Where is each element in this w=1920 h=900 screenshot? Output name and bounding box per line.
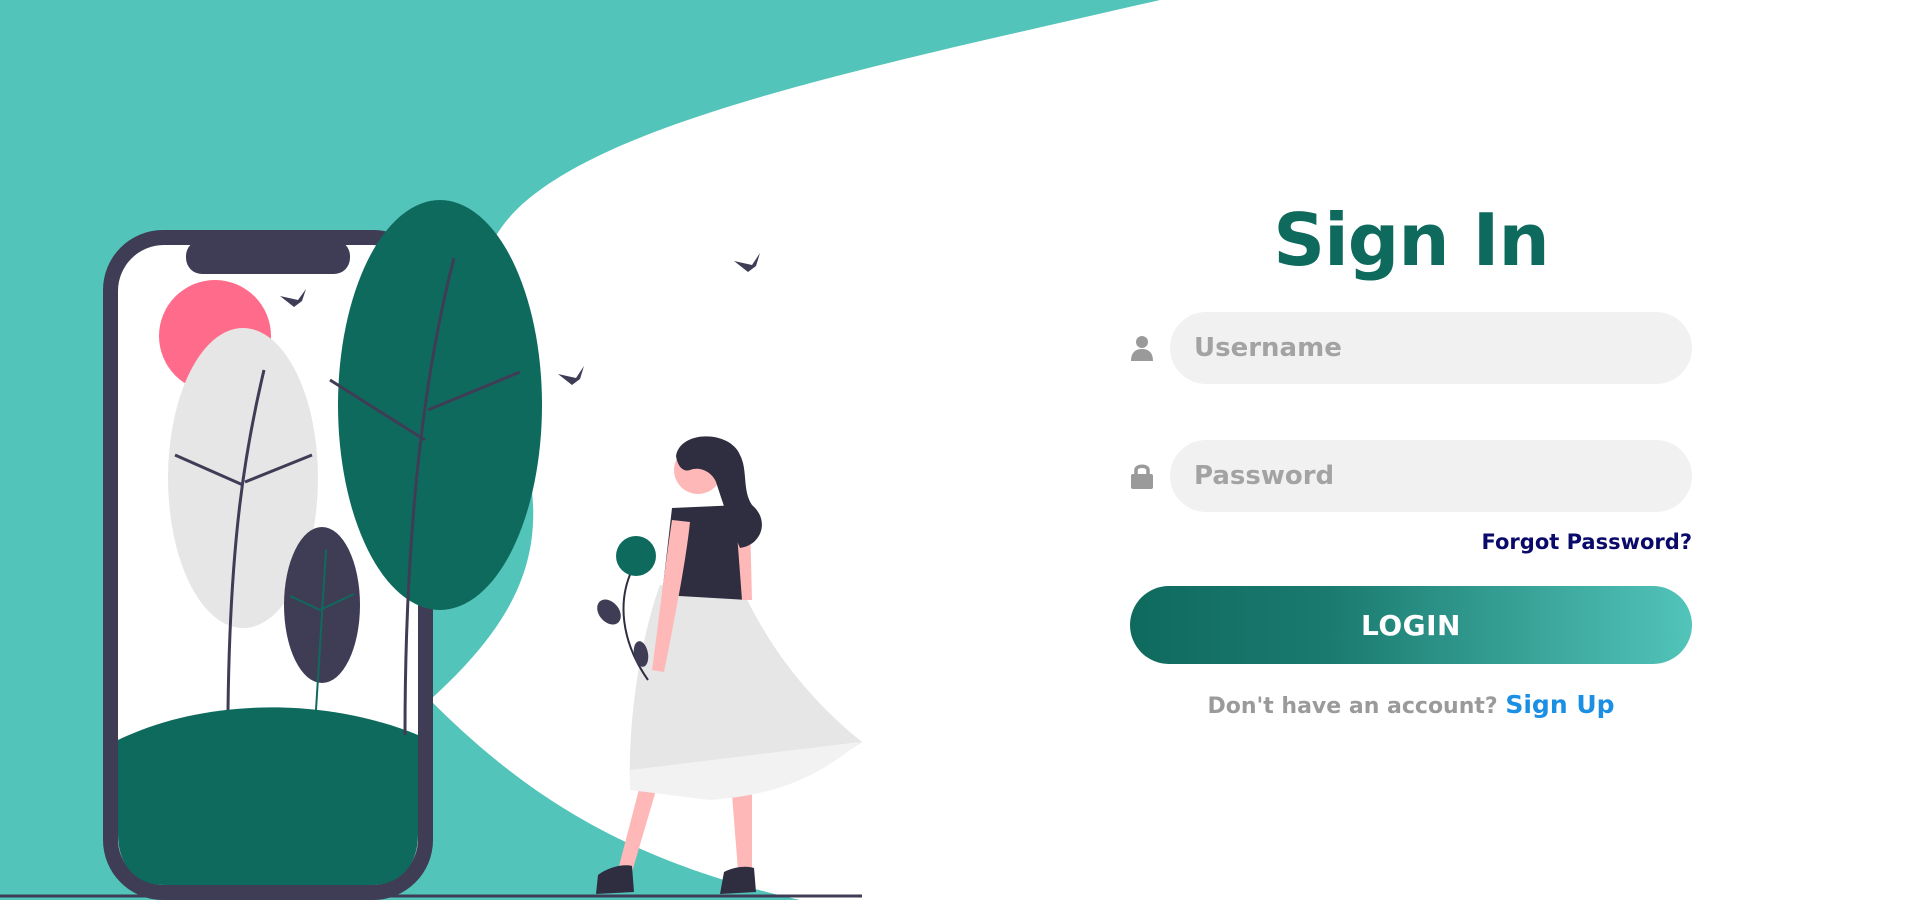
login-form: Sign In Forgot Password? LOGIN Don't hav… (1130, 190, 1692, 719)
user-icon (1131, 336, 1153, 361)
password-input[interactable] (1170, 440, 1692, 512)
signup-link[interactable]: Sign Up (1505, 690, 1614, 719)
login-button[interactable]: LOGIN (1130, 586, 1692, 664)
password-row (1130, 440, 1692, 512)
phone-and-woman-illustration (0, 200, 862, 900)
forgot-password-link[interactable]: Forgot Password? (1482, 530, 1692, 554)
lock-icon (1131, 464, 1153, 489)
username-row (1130, 312, 1692, 384)
username-input[interactable] (1170, 312, 1692, 384)
page-title: Sign In (1273, 198, 1549, 282)
signup-row: Don't have an account? Sign Up (1130, 690, 1692, 719)
signup-prompt: Don't have an account? (1207, 694, 1498, 719)
woman-with-flower-illustration (596, 436, 862, 894)
forgot-password-row: Forgot Password? (1130, 530, 1692, 560)
login-page: Sign In Forgot Password? LOGIN Don't hav… (0, 0, 1920, 900)
